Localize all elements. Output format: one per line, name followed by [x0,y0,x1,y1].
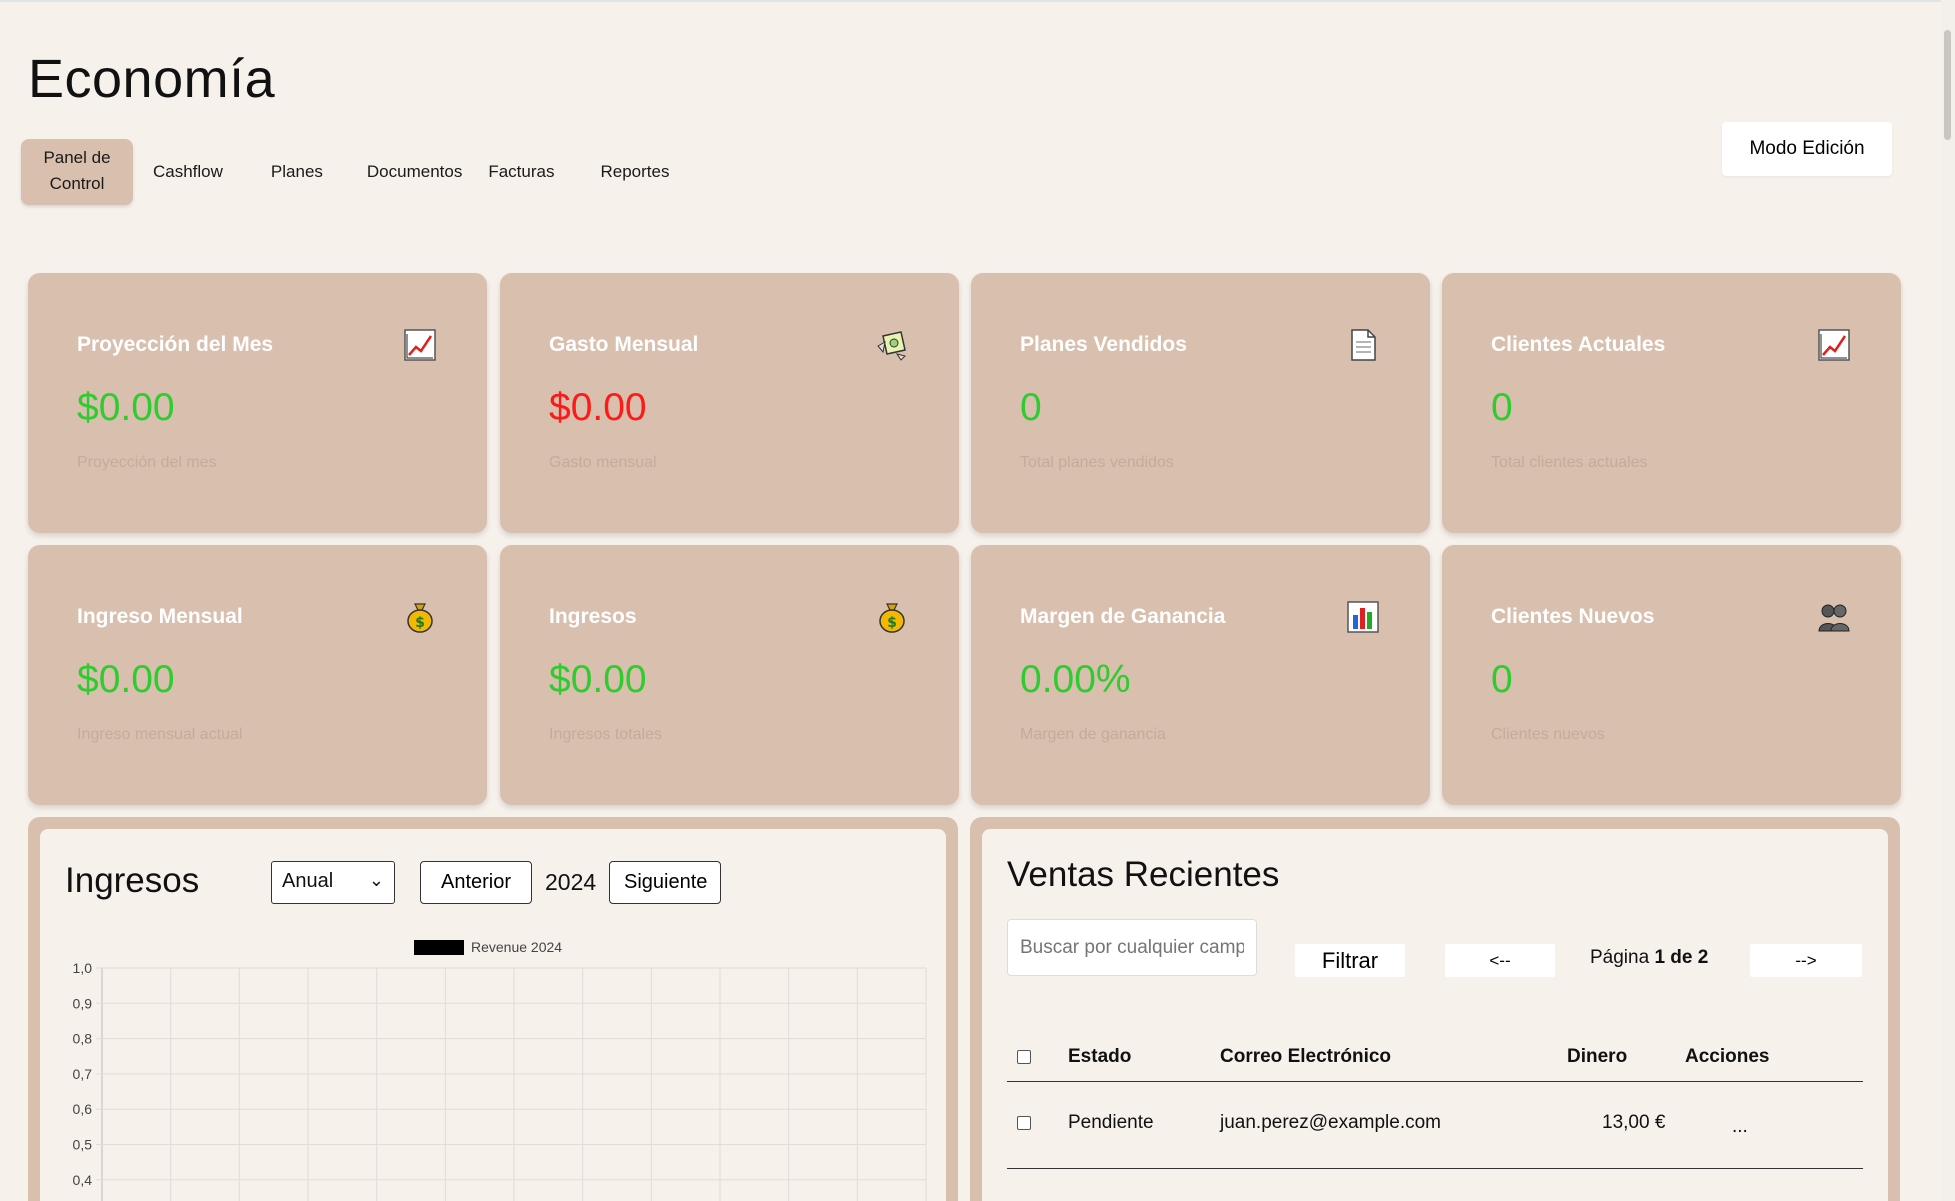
y-tick-label: 0,5 [73,1137,93,1153]
card-subtitle: Clientes nuevos [1491,726,1605,743]
page-value: 1 de 2 [1654,947,1709,968]
column-dinero[interactable]: Dinero [1567,1046,1627,1068]
card-subtitle: Gasto mensual [549,454,657,471]
card-value: $0.00 [549,658,647,701]
y-tick-label: 0,7 [73,1066,93,1082]
filter-button[interactable]: Filtrar [1295,944,1405,977]
card-margen-ganancia: Margen de Ganancia 0.00% Margen de ganan… [971,545,1430,805]
tab-cashflow[interactable]: Cashflow [141,153,235,191]
previous-page-button[interactable]: <-- [1445,944,1555,977]
edit-mode-button[interactable]: Modo Edición [1722,122,1892,176]
card-title: Ingresos [549,605,637,628]
card-title: Margen de Ganancia [1020,605,1226,628]
card-subtitle: Total planes vendidos [1020,454,1174,471]
table-header: Estado Correo Electrónico Dinero Accione… [1007,1032,1863,1082]
column-acciones[interactable]: Acciones [1685,1046,1769,1068]
recent-sales-panel: Ventas Recientes Filtrar <-- Página 1 de… [970,817,1900,1201]
revenue-panel: Ingresos Anual ⌄ Anterior 2024 Siguiente… [28,817,958,1201]
chart-increasing-icon [1818,329,1850,361]
page-title: Economía [28,49,276,109]
card-title: Gasto Mensual [549,333,699,356]
card-title: Proyección del Mes [77,333,274,356]
recent-sales-panel-inner: Ventas Recientes Filtrar <-- Página 1 de… [982,829,1888,1201]
card-value: 0 [1491,386,1513,429]
money-with-wings-icon [877,331,906,361]
tab-planes[interactable]: Planes [259,153,335,191]
card-ingreso-mensual: Ingreso Mensual $ $0.00 Ingreso mensual … [28,545,487,805]
y-tick-label: 0,4 [73,1172,93,1188]
table-row[interactable]: Pendiente juan.perez@example.com 13,00 €… [1007,1082,1863,1169]
revenue-chart: 1,0 0,9 0,8 0,7 0,6 0,5 0,4 [73,960,927,1201]
search-input[interactable] [1007,919,1257,976]
tab-reportes[interactable]: Reportes [588,153,681,191]
card-title: Ingreso Mensual [77,605,243,628]
y-tick-label: 0,6 [73,1101,93,1117]
column-correo[interactable]: Correo Electrónico [1220,1046,1391,1068]
y-tick-label: 0,9 [73,995,93,1011]
svg-text:$: $ [415,615,425,631]
money-bag-icon: $ [879,603,905,633]
cell-correo: juan.perez@example.com [1220,1112,1442,1133]
money-bag-icon: $ [407,603,433,633]
row-actions-button[interactable]: ... [1732,1116,1748,1138]
row-checkbox[interactable] [1017,1116,1031,1130]
card-value: 0 [1491,658,1513,701]
pagination-label: Página 1 de 2 [1590,947,1708,969]
card-clientes-nuevos: Clientes Nuevos 0 Clientes nuevos [1442,545,1901,805]
card-clientes-actuales: Clientes Actuales 0 Total clientes actua… [1442,273,1901,533]
y-tick-label: 0,8 [73,1031,93,1047]
document-icon [1351,329,1376,361]
card-value: $0.00 [77,658,175,701]
next-page-button[interactable]: --> [1750,944,1862,977]
tab-facturas[interactable]: Facturas [476,153,566,191]
tab-panel-de-control[interactable]: Panel de Control [21,139,133,205]
people-icon [1818,604,1850,632]
window-top-border [0,0,1955,2]
card-ingresos: Ingresos $ $0.00 Ingresos totales [500,545,959,805]
bar-chart-icon [1347,601,1379,633]
card-title: Planes Vendidos [1020,333,1187,356]
column-estado[interactable]: Estado [1068,1046,1131,1068]
card-subtitle: Ingresos totales [549,726,662,743]
page-prefix: Página [1590,947,1650,968]
recent-sales-title: Ventas Recientes [1007,855,1280,894]
y-tick-label: 1,0 [73,960,93,976]
cell-estado: Pendiente [1068,1112,1154,1133]
card-title: Clientes Actuales [1491,333,1666,356]
nav-tabs: Panel de Control Cashflow Planes Documen… [21,139,681,205]
card-subtitle: Ingreso mensual actual [77,726,243,743]
page-scrollbar[interactable] [1941,0,1955,1201]
card-proyeccion-mes: Proyección del Mes $0.00 Proyección del … [28,273,487,533]
svg-text:$: $ [887,615,897,631]
card-title: Clientes Nuevos [1491,605,1655,628]
card-subtitle: Margen de ganancia [1020,726,1166,743]
card-planes-vendidos: Planes Vendidos 0 Total planes vendidos [971,273,1430,533]
card-subtitle: Total clientes actuales [1491,454,1648,471]
card-value: $0.00 [77,386,175,429]
chart-increasing-icon [404,329,436,361]
select-all-checkbox[interactable] [1017,1050,1031,1064]
card-subtitle: Proyección del mes [77,454,217,471]
card-value: 0.00% [1020,658,1131,701]
scrollbar-thumb[interactable] [1944,30,1951,140]
card-gasto-mensual: Gasto Mensual $0.00 Gasto mensual [500,273,959,533]
card-value: $0.00 [549,386,647,429]
cell-dinero: 13,00 € [1602,1112,1666,1133]
revenue-panel-inner: Ingresos Anual ⌄ Anterior 2024 Siguiente… [40,829,946,1201]
card-value: 0 [1020,386,1042,429]
tab-documentos[interactable]: Documentos [355,153,474,191]
